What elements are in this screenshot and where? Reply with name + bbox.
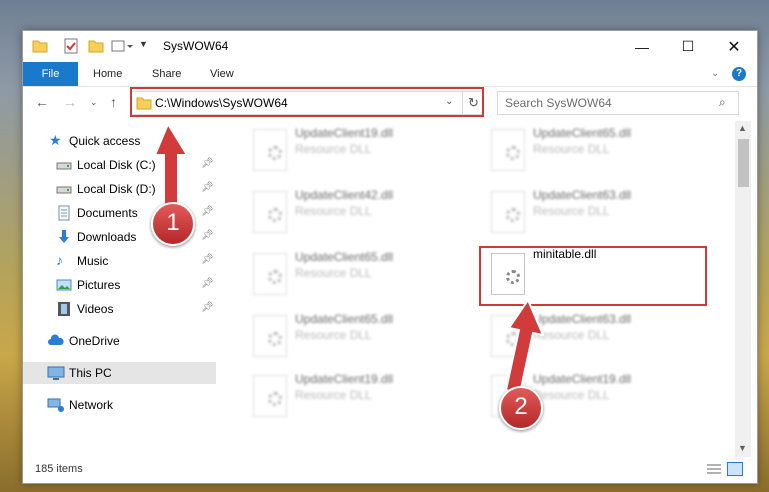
annotation-arrows [153, 121, 545, 395]
arrow-up-icon [153, 121, 189, 206]
step-1-badge: 1 [151, 202, 195, 246]
arrow-up-icon [504, 297, 545, 395]
step-2-badge: 2 [499, 386, 543, 430]
